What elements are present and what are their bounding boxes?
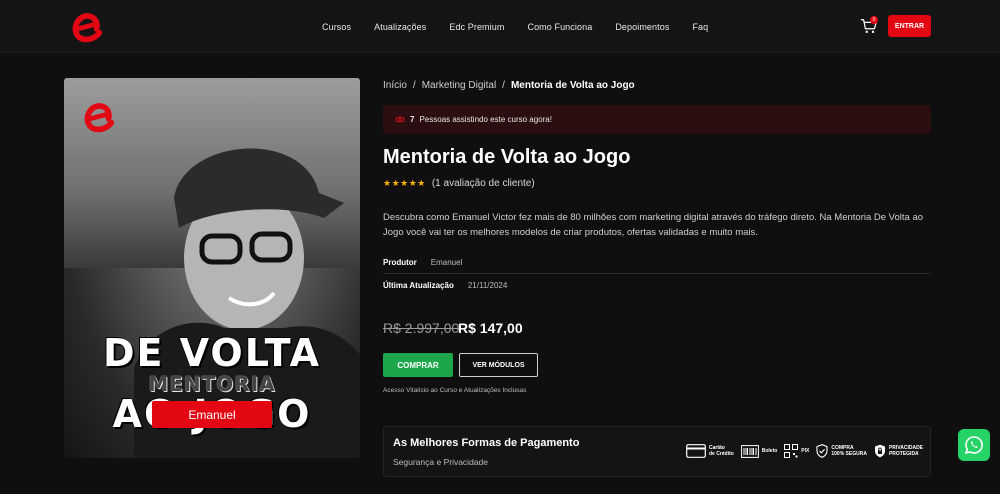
producer-row: Produtor Emanuel	[383, 258, 931, 267]
payment-title: As Melhores Formas de Pagamento	[393, 437, 580, 449]
rating-text[interactable]: (1 avaliação de cliente)	[432, 178, 535, 189]
course-cover-image: DE VOLTA MENTORIA AO JOGO Emanuel	[64, 78, 360, 458]
main-nav: Cursos Atualizações Edc Premium Como Fun…	[322, 0, 731, 53]
nav-depoimentos[interactable]: Depoimentos	[615, 22, 669, 32]
rating-stars-icon: ★★★★★	[383, 178, 426, 188]
whatsapp-button[interactable]	[958, 429, 990, 461]
cover-author-button: Emanuel	[152, 401, 272, 428]
payment-subtitle: Segurança e Privacidade	[393, 457, 488, 467]
product-rating: ★★★★★ (1 avaliação de cliente)	[383, 178, 535, 189]
breadcrumb-separator: /	[412, 80, 416, 91]
payment-methods-box: As Melhores Formas de Pagamento Seguranç…	[383, 426, 931, 477]
updated-row: Última Atualização 21/11/2024	[383, 281, 931, 290]
shield-lock-icon	[874, 444, 885, 458]
view-modules-button[interactable]: VER MÓDULOS	[459, 353, 538, 377]
qr-code-icon	[784, 444, 799, 458]
shield-check-icon	[816, 444, 828, 458]
payment-pix: PIX	[784, 444, 809, 458]
barcode-icon	[740, 444, 759, 458]
buy-button[interactable]: COMPRAR	[383, 353, 453, 377]
eye-icon	[395, 116, 405, 123]
live-viewers-banner: 7 Pessoas assistindo este curso agora!	[383, 105, 931, 134]
breadcrumb-separator: /	[502, 80, 505, 91]
nav-edc-premium[interactable]: Edc Premium	[449, 22, 504, 32]
nav-cursos[interactable]: Cursos	[322, 22, 351, 32]
breadcrumb-category[interactable]: Marketing Digital	[422, 80, 496, 91]
product-description: Descubra como Emanuel Victor fez mais de…	[383, 212, 924, 238]
breadcrumb-current: Mentoria de Volta ao Jogo	[510, 80, 635, 91]
payment-boleto: Boleto	[740, 444, 777, 458]
nav-atualizacoes[interactable]: Atualizações	[374, 22, 426, 32]
producer-value: Emanuel	[430, 258, 463, 267]
viewers-text: Pessoas assistindo este curso agora!	[419, 115, 552, 124]
nav-como-funciona[interactable]: Como Funciona	[527, 22, 592, 32]
site-header: Cursos Atualizações Edc Premium Como Fun…	[0, 0, 1000, 53]
nav-faq[interactable]: Faq	[692, 22, 708, 32]
updated-value: 21/11/2024	[467, 281, 508, 290]
payment-credit-card: Cartão de Crédito	[686, 444, 734, 458]
current-price: R$ 147,00	[458, 320, 523, 336]
cover-title-line1: DE VOLTA	[102, 331, 322, 375]
payment-secure: COMPRA 100% SEGURA	[816, 444, 867, 458]
product-title: Mentoria de Volta ao Jogo	[383, 146, 631, 168]
breadcrumb: Início / Marketing Digital / Mentoria de…	[383, 80, 635, 91]
breadcrumb-home[interactable]: Início	[383, 80, 407, 91]
old-price: R$ 2.997,00	[383, 320, 460, 336]
payment-icons: Cartão de Crédito Boleto PIX COMPRA 100% S…	[686, 444, 923, 458]
producer-label: Produtor	[383, 258, 417, 267]
updated-label: Última Atualização	[383, 281, 454, 290]
payment-privacy: PRIVACIDADE PROTEGIDA	[874, 444, 923, 458]
brand-logo-icon[interactable]	[68, 8, 106, 46]
whatsapp-icon	[964, 436, 983, 455]
access-note: Acesso Vitalício ao Curso e Atualizações…	[383, 387, 527, 394]
cart-count-badge: 0	[870, 16, 878, 24]
login-button[interactable]: ENTRAR	[888, 15, 931, 37]
cover-brand-logo-icon	[84, 103, 115, 133]
meta-divider	[383, 273, 931, 274]
credit-card-icon	[686, 444, 706, 458]
viewers-count: 7	[410, 115, 415, 124]
